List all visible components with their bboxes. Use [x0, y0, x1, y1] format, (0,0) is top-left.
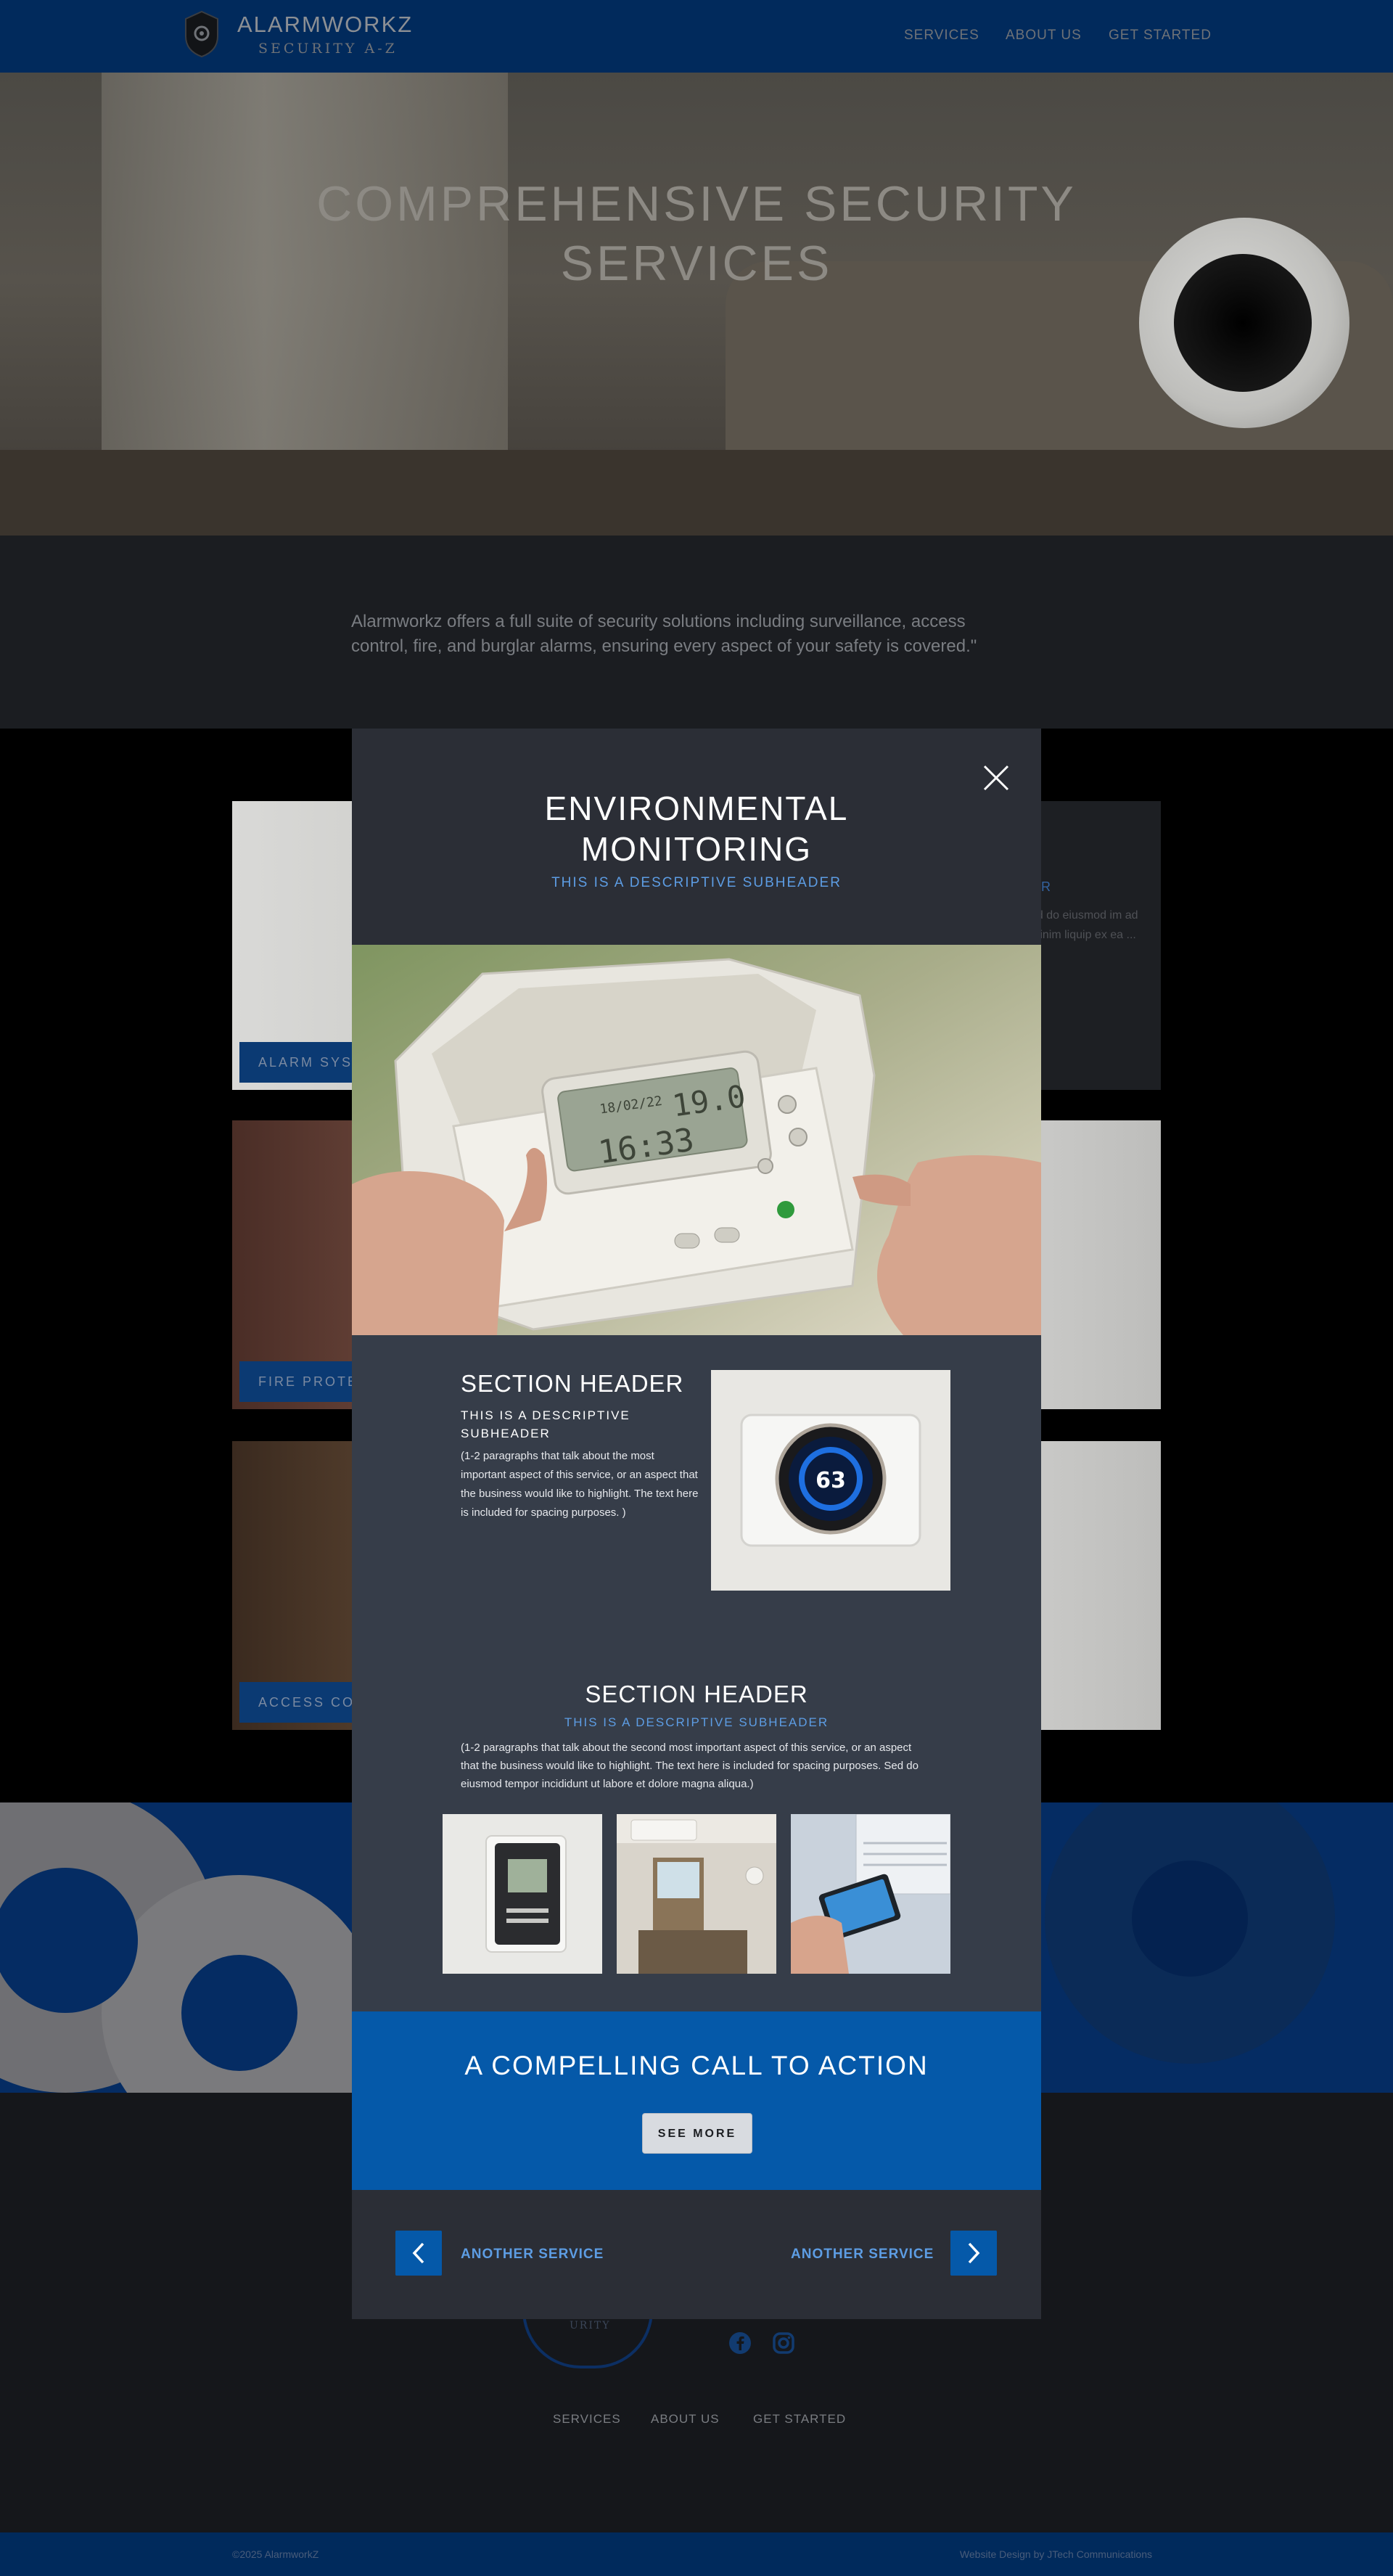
footer-nav-services[interactable]: SERVICES — [553, 2412, 621, 2427]
modal-title-line: ENVIRONMENTAL — [544, 789, 849, 827]
hand-thermostat-illustration: 16:33 19.0 18/02/22 — [352, 945, 1041, 1335]
footer-shield-logo — [522, 2310, 653, 2368]
prev-service-link[interactable]: ANOTHER SERVICE — [461, 2247, 604, 2263]
wall-thermostat-thumbnail[interactable] — [443, 1814, 602, 1974]
section1-subheader: THIS IS A DESCRIPTIVE SUBHEADER — [461, 1408, 630, 1440]
footer-bottom-bar — [0, 2532, 1393, 2576]
intro-section: Alarmworkz offers a full suite of securi… — [0, 536, 1393, 729]
hero-title: COMPREHENSIVE SECURITY SERVICES — [316, 176, 1077, 291]
service-modal: ENVIRONMENTAL MONITORING THIS IS A DESCR… — [352, 729, 1041, 2319]
next-service-link[interactable]: ANOTHER SERVICE — [791, 2247, 934, 2263]
modal-title-line: MONITORING — [580, 830, 813, 868]
gear-hole — [181, 1955, 297, 2071]
modal-title: ENVIRONMENTAL MONITORING — [352, 788, 1041, 869]
service-navigation: ANOTHER SERVICE ANOTHER SERVICE — [352, 2190, 1041, 2319]
design-credit[interactable]: Website Design by JTech Communications — [958, 2548, 1152, 2560]
tablet-ac-thumbnail[interactable] — [791, 1814, 950, 1974]
brand-name[interactable]: ALARMWORKZ — [237, 12, 413, 38]
footer-nav-about-us[interactable]: ABOUT US — [651, 2412, 720, 2427]
smart-thermostat-illustration: 63 — [711, 1370, 950, 1591]
chevron-right-icon[interactable] — [950, 2231, 997, 2276]
brand-tagline: SECURITY A-Z — [258, 41, 398, 57]
service-side-text: ed do eiusmod im ad minim liquip ex ea .… — [1030, 909, 1138, 941]
cta-title: A COMPELLING CALL TO ACTION — [464, 2051, 929, 2080]
site-header: ALARMWORKZ SECURITY A-Z SERVICES ABOUT U… — [0, 0, 1393, 73]
smart-thermostat-image: 63 — [711, 1370, 950, 1591]
section1-header: SECTION HEADER — [461, 1370, 684, 1397]
footer-nav-get-started[interactable]: GET STARTED — [753, 2412, 846, 2427]
instagram-icon[interactable] — [771, 2331, 796, 2355]
shield-logo-icon[interactable] — [183, 10, 221, 58]
see-more-button[interactable]: SEE MORE — [642, 2113, 752, 2154]
nav-get-started[interactable]: GET STARTED — [1109, 28, 1212, 44]
room-interior-thumbnail[interactable] — [617, 1814, 776, 1974]
intro-text: Alarmworkz offers a full suite of securi… — [351, 612, 977, 656]
facebook-icon[interactable] — [728, 2331, 752, 2355]
section1-body: (1-2 paragraphs that talk about the most… — [461, 1450, 699, 1519]
modal-subheader: THIS IS A DESCRIPTIVE SUBHEADER — [551, 875, 842, 890]
footer-shield-text: URITY — [570, 2320, 611, 2331]
camera-lens — [1174, 254, 1312, 392]
gear-hole — [1132, 1861, 1248, 1977]
section2-header: SECTION HEADER — [585, 1681, 808, 1707]
chevron-left-icon[interactable] — [395, 2231, 442, 2276]
thermostat-hero-image: 16:33 19.0 18/02/22 — [352, 945, 1041, 1335]
call-to-action: A COMPELLING CALL TO ACTION SEE MORE — [352, 2011, 1041, 2190]
nav-about-us[interactable]: ABOUT US — [1006, 28, 1082, 44]
hero-floor — [0, 450, 1393, 536]
section2-body: (1-2 paragraphs that talk about the seco… — [461, 1742, 919, 1790]
copyright-text: ©2025 AlarmworkZ — [232, 2548, 319, 2560]
thermostat-reading: 63 — [815, 1468, 846, 1493]
nav-services[interactable]: SERVICES — [904, 28, 979, 44]
section2-subheader: THIS IS A DESCRIPTIVE SUBHEADER — [564, 1715, 829, 1729]
